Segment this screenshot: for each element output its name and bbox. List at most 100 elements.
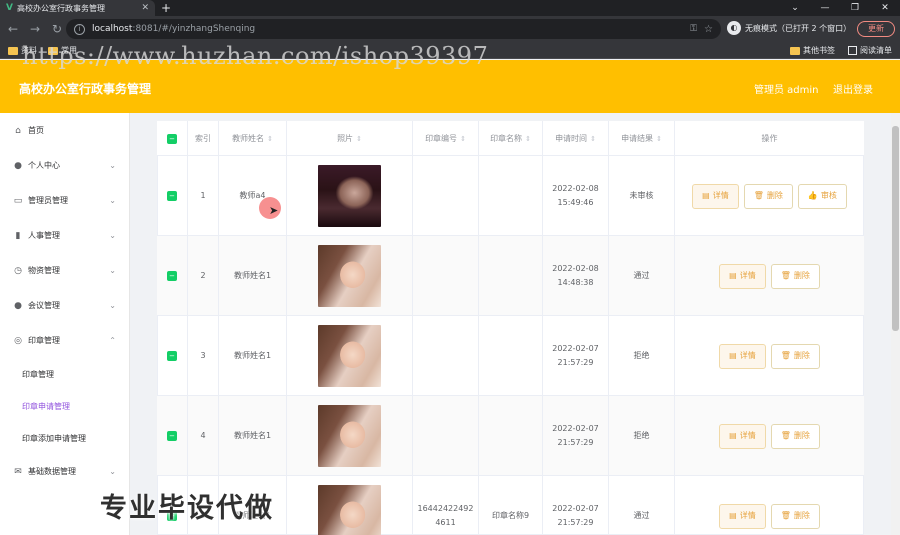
- close-window-icon[interactable]: ✕: [870, 0, 900, 16]
- card-icon: ▭: [13, 195, 23, 206]
- row-select-cell[interactable]: −: [157, 396, 188, 476]
- cell-teacher: 教师姓名1: [219, 316, 287, 396]
- delete-button[interactable]: 🗑 删除: [770, 263, 820, 289]
- detail-button[interactable]: ▤ 详情: [719, 423, 766, 449]
- cell-apply-time: 2022-02-07 21:57:29: [543, 316, 609, 396]
- sidebar-item-personnel[interactable]: ▮ 人事管理 ⌄: [0, 218, 130, 253]
- review-button[interactable]: 👍 审核: [797, 183, 847, 209]
- vue-logo-icon: V: [6, 3, 13, 13]
- cell-photo: [287, 316, 413, 396]
- sort-icon[interactable]: ⇕: [525, 135, 531, 143]
- cell-apply-time: 2022-02-07 21:57:29: [543, 476, 609, 535]
- sidebar-item-meetings[interactable]: ● 会议管理 ⌄: [0, 288, 130, 323]
- row-select-cell[interactable]: −: [157, 316, 188, 396]
- apply-time: 21:57:29: [557, 358, 594, 367]
- apply-time: 21:57:29: [557, 518, 594, 527]
- logout-link[interactable]: 退出登录: [833, 81, 873, 96]
- address-bar[interactable]: i localhost:8081/#/yinzhangShenqing ⚿ ☆: [66, 19, 721, 39]
- minimize-icon[interactable]: —: [810, 0, 840, 16]
- column-header-stamp-no[interactable]: 印章编号 ⇕: [413, 121, 479, 156]
- cell-photo: [287, 396, 413, 476]
- key-icon[interactable]: ⚿: [690, 24, 697, 34]
- column-header-stamp-name[interactable]: 印章名称 ⇕: [479, 121, 543, 156]
- row-checkbox[interactable]: −: [167, 351, 177, 361]
- tab-search-icon[interactable]: ⌄: [780, 0, 810, 16]
- sidebar-item-label: 人事管理: [28, 231, 60, 240]
- select-all-checkbox[interactable]: −: [167, 133, 177, 144]
- cell-photo: [287, 476, 413, 535]
- apply-date: 2022-02-07: [552, 344, 599, 353]
- select-all-cell[interactable]: −: [157, 121, 188, 156]
- teacher-photo[interactable]: [318, 405, 381, 467]
- button-label: 删除: [766, 191, 783, 200]
- sidebar-subitem-stamps[interactable]: 印章管理: [0, 358, 130, 390]
- browser-tab-bar: V 高校办公室行政事务管理 ✕ + ⌄ — ❐ ✕: [0, 0, 900, 16]
- reload-icon[interactable]: ↻: [48, 22, 66, 36]
- button-label: 审核: [820, 191, 837, 200]
- sidebar-item-stamp-management[interactable]: ◎ 印章管理 ⌃: [0, 323, 130, 358]
- button-label: 删除: [793, 351, 810, 360]
- teacher-photo[interactable]: [318, 485, 381, 535]
- teacher-photo[interactable]: [318, 245, 381, 307]
- browser-update-button[interactable]: 更新: [857, 21, 895, 37]
- sidebar-item-base-data[interactable]: ✉ 基础数据管理 ⌄: [0, 454, 130, 489]
- row-checkbox[interactable]: −: [167, 271, 177, 281]
- delete-button[interactable]: 🗑 删除: [770, 423, 820, 449]
- delete-button[interactable]: 🗑 删除: [770, 503, 820, 529]
- sidebar-item-home[interactable]: ⌂ 首页: [0, 113, 130, 148]
- column-header-teacher[interactable]: 教师姓名 ⇕: [219, 121, 287, 156]
- sidebar-item-materials[interactable]: ◷ 物资管理 ⌄: [0, 253, 130, 288]
- detail-button[interactable]: ▤ 详情: [692, 183, 739, 209]
- detail-button[interactable]: ▤ 详情: [719, 503, 766, 529]
- teacher-photo[interactable]: [318, 325, 381, 387]
- detail-button[interactable]: ▤ 详情: [719, 343, 766, 369]
- teacher-photo[interactable]: [318, 165, 381, 227]
- cell-apply-time: 2022-02-07 21:57:29: [543, 396, 609, 476]
- cell-stamp-name: [479, 236, 543, 316]
- cell-stamp-no: [413, 316, 479, 396]
- back-icon[interactable]: ←: [4, 22, 22, 36]
- column-header-result[interactable]: 申请结果 ⇕: [609, 121, 675, 156]
- reading-list[interactable]: 阅读清单: [848, 45, 892, 56]
- scrollbar-thumb[interactable]: [892, 126, 899, 331]
- sort-icon[interactable]: ⇕: [267, 135, 273, 143]
- sort-icon[interactable]: ⇕: [656, 135, 662, 143]
- sidebar-item-personal-center[interactable]: ● 个人中心 ⌄: [0, 148, 130, 183]
- bookmark-star-icon[interactable]: ☆: [704, 24, 713, 35]
- column-label: 教师姓名: [232, 134, 265, 143]
- cell-index: 2: [188, 236, 219, 316]
- delete-button[interactable]: 🗑 删除: [770, 343, 820, 369]
- row-select-cell[interactable]: −: [157, 156, 188, 236]
- column-header-photo[interactable]: 照片 ⇕: [287, 121, 413, 156]
- maximize-icon[interactable]: ❐: [840, 0, 870, 16]
- sidebar-item-admin-management[interactable]: ▭ 管理员管理 ⌄: [0, 183, 130, 218]
- close-tab-icon[interactable]: ✕: [141, 3, 149, 13]
- sidebar-subitem-stamp-applications[interactable]: 印章申请管理: [0, 390, 130, 422]
- site-info-icon[interactable]: i: [74, 23, 85, 35]
- row-checkbox[interactable]: −: [167, 431, 177, 441]
- sidebar-subitem-stamp-add-applications[interactable]: 印章添加申请管理: [0, 422, 130, 454]
- sidebar: ⌂ 首页 ● 个人中心 ⌄ ▭ 管理员管理 ⌄ ▮ 人事管理 ⌄ ◷ 物资管理 …: [0, 113, 130, 535]
- column-label: 索引: [195, 134, 211, 143]
- window-controls: ⌄ — ❐ ✕: [780, 0, 900, 16]
- delete-button[interactable]: 🗑 删除: [743, 183, 793, 209]
- sort-icon[interactable]: ⇕: [356, 135, 362, 143]
- row-select-cell[interactable]: −: [157, 236, 188, 316]
- new-tab-button[interactable]: +: [161, 0, 171, 16]
- apply-time: 14:48:38: [557, 278, 594, 287]
- forward-icon[interactable]: →: [26, 22, 44, 36]
- button-label: 详情: [739, 431, 756, 440]
- incognito-indicator[interactable]: ◐ 无痕模式（已打开 2 个窗口）: [727, 21, 851, 35]
- browser-tab[interactable]: V 高校办公室行政事务管理 ✕: [0, 0, 155, 16]
- detail-button[interactable]: ▤ 详情: [719, 263, 766, 289]
- sort-icon[interactable]: ⇕: [590, 135, 596, 143]
- reading-list-icon: [848, 46, 857, 55]
- chevron-down-icon: ⌄: [109, 196, 116, 205]
- cell-stamp-no: [413, 156, 479, 236]
- bookmark-folder-other[interactable]: 其他书签: [790, 45, 835, 56]
- sort-icon[interactable]: ⇕: [460, 135, 466, 143]
- column-header-apply-time[interactable]: 申请时间 ⇕: [543, 121, 609, 156]
- row-checkbox[interactable]: −: [167, 191, 177, 201]
- cell-actions: ▤ 详情 🗑 删除: [675, 316, 864, 396]
- cell-teacher: 教师a4: [219, 156, 287, 236]
